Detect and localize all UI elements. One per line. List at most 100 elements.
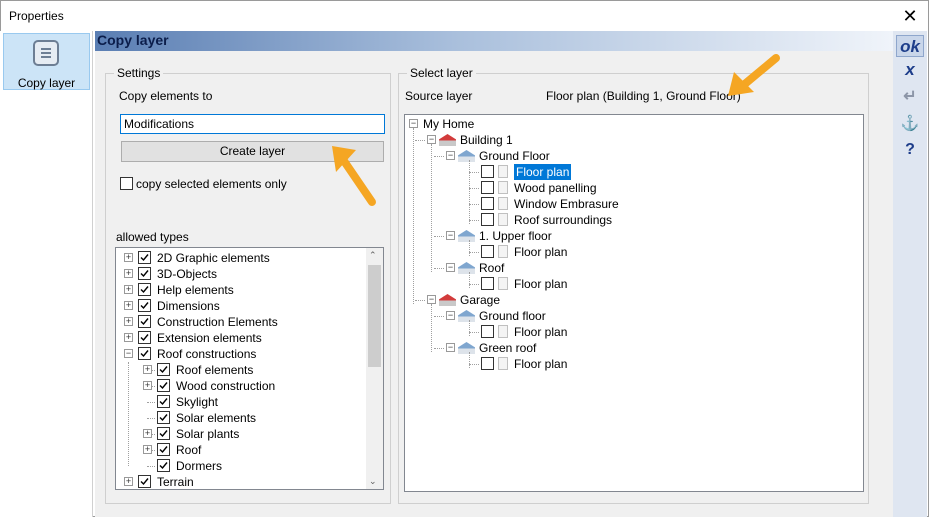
layer-checkbox[interactable] [481,245,494,258]
type-checkbox[interactable] [138,315,151,328]
tree-node-label: Ground floor [479,309,546,323]
tree-node[interactable]: Window Embrasure [405,196,845,212]
type-label: Solar elements [176,411,257,425]
expand-icon[interactable]: + [124,333,133,342]
collapse-icon[interactable]: − [409,119,418,128]
type-label: Dormers [176,459,223,473]
type-checkbox[interactable] [138,283,151,296]
tree-node[interactable]: − Roof [405,260,845,276]
type-checkbox[interactable] [138,475,151,488]
tree-node[interactable]: − Green roof [405,340,845,356]
expand-icon[interactable]: + [143,365,152,374]
tree-node[interactable]: Wood panelling [405,180,845,196]
type-checkbox[interactable] [138,267,151,280]
list-item[interactable]: + Construction Elements [116,314,366,330]
tree-node[interactable]: Roof surroundings [405,212,845,228]
list-item[interactable]: + Terrain [116,474,366,489]
layer-checkbox[interactable] [481,213,494,226]
list-item[interactable]: + Wood construction [116,378,366,394]
list-item[interactable]: + Dimensions [116,298,366,314]
tree-node[interactable]: − Building 1 [405,132,845,148]
tree-node[interactable]: − 1. Upper floor [405,228,845,244]
collapse-icon[interactable]: − [446,231,455,240]
type-checkbox[interactable] [138,299,151,312]
tree-node[interactable]: Floor plan [405,244,845,260]
type-label: Skylight [176,395,219,409]
collapse-icon[interactable]: − [446,311,455,320]
list-item[interactable]: − Roof constructions [116,346,366,362]
tree-node[interactable]: − Ground floor [405,308,845,324]
collapse-icon[interactable]: − [446,151,455,160]
expand-icon[interactable]: + [124,253,133,262]
copy-to-input[interactable]: Modifications [120,114,385,134]
tree-node[interactable]: Floor plan [405,164,845,180]
type-checkbox[interactable] [138,331,151,344]
tree-node[interactable]: − My Home [405,116,845,132]
tree-node[interactable]: Floor plan [405,276,845,292]
collapse-icon[interactable]: − [124,349,133,358]
type-checkbox[interactable] [157,459,170,472]
allowed-types-list[interactable]: ⌃ ⌄ +2D Graphic elements +3D-Objects + Help… [115,247,384,490]
layer-checkbox[interactable] [481,197,494,210]
list-item[interactable]: + Help elements [116,282,366,298]
page-header: Copy layer [95,31,893,51]
type-checkbox[interactable] [157,427,170,440]
tree-connector [434,348,444,349]
list-item[interactable]: +2D Graphic elements [116,250,366,266]
close-icon[interactable]: ✕ [900,6,920,26]
sidebar-item-copy-layer[interactable]: Copy layer [3,33,90,90]
collapse-icon[interactable]: − [427,135,436,144]
expand-icon[interactable]: + [124,317,133,326]
type-checkbox[interactable] [157,363,170,376]
list-item[interactable]: + Solar plants [116,426,366,442]
list-item[interactable]: + Roof [116,442,366,458]
document-icon [498,165,508,178]
scroll-down-icon[interactable]: ⌄ [369,476,377,487]
type-checkbox[interactable] [157,411,170,424]
layer-checkbox[interactable] [481,357,494,370]
expand-icon[interactable]: + [124,301,133,310]
tree-node[interactable]: − Ground Floor [405,148,845,164]
layer-tree[interactable]: − My Home − Building 1− Ground Floor Floor pl… [404,114,864,492]
tree-node[interactable]: Floor plan [405,324,845,340]
collapse-icon[interactable]: − [446,263,455,272]
expand-icon[interactable]: + [143,445,152,454]
type-checkbox[interactable] [157,395,170,408]
arrow-annotation-icon [728,54,780,96]
tree-node[interactable]: Floor plan [405,356,845,372]
help-icon[interactable]: ? [896,139,924,161]
copy-selected-checkbox[interactable] [120,177,133,190]
layer-checkbox[interactable] [481,325,494,338]
allowed-types-scrollbar[interactable]: ⌃ ⌄ [366,248,383,489]
list-item[interactable]: + Extension elements [116,330,366,346]
list-item[interactable]: +3D-Objects [116,266,366,282]
scroll-thumb[interactable] [368,265,381,367]
collapse-icon[interactable]: − [427,295,436,304]
list-item[interactable]: Solar elements [116,410,366,426]
expand-icon[interactable]: + [124,269,133,278]
cancel-button[interactable]: x [896,59,924,81]
tree-node[interactable]: − Garage [405,292,845,308]
collapse-icon[interactable]: − [446,343,455,352]
scroll-up-icon[interactable]: ⌃ [369,250,377,261]
tree-connector [147,402,155,403]
anchor-icon[interactable]: ⚓ [896,113,924,135]
tree-connector [434,156,444,157]
enter-icon[interactable]: ↵ [896,86,924,108]
expand-icon[interactable]: + [124,477,133,486]
type-checkbox[interactable] [138,251,151,264]
layer-checkbox[interactable] [481,165,494,178]
tree-node-label: Floor plan [514,245,568,259]
list-item[interactable]: Dormers [116,458,366,474]
expand-icon[interactable]: + [143,429,152,438]
layer-checkbox[interactable] [481,181,494,194]
list-item[interactable]: + Roof elements [116,362,366,378]
layer-checkbox[interactable] [481,277,494,290]
ok-button[interactable]: ok [896,35,924,57]
type-checkbox[interactable] [157,443,170,456]
type-checkbox[interactable] [138,347,151,360]
expand-icon[interactable]: + [124,285,133,294]
expand-icon[interactable]: + [143,381,152,390]
type-checkbox[interactable] [157,379,170,392]
list-item[interactable]: Skylight [116,394,366,410]
